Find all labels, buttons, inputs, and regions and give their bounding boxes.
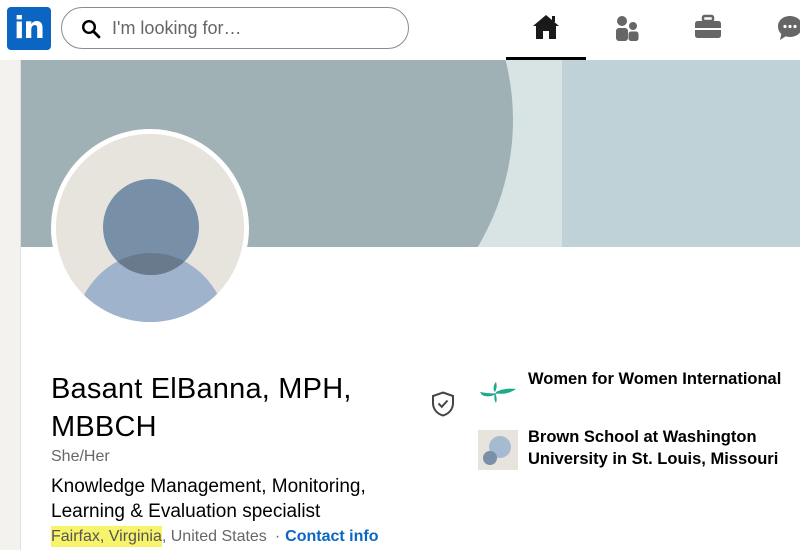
contact-info-link[interactable]: Contact info (285, 528, 378, 545)
profile-pronouns: She/Her (51, 448, 110, 465)
nav-messaging[interactable] (750, 0, 800, 60)
avatar-placeholder-icon (56, 134, 244, 322)
top-navigation-bar: in (0, 0, 800, 60)
nav-my-network[interactable] (587, 0, 667, 60)
profile-location-row: Fairfax, Virginia, United States · Contact… (51, 526, 378, 547)
organization-name: Women for Women International (528, 370, 782, 388)
nav-jobs[interactable] (668, 0, 748, 60)
people-icon (616, 16, 639, 41)
chat-icon (778, 16, 800, 40)
women-for-women-logo (480, 382, 516, 403)
search-icon (81, 19, 101, 39)
location-country: , United States (161, 528, 267, 545)
briefcase-icon (695, 14, 721, 38)
location-highlighted: Fairfax, Virginia (51, 526, 162, 547)
search-input[interactable] (112, 8, 392, 48)
profile-avatar[interactable] (51, 129, 249, 327)
home-icon (533, 15, 559, 39)
separator-dot: · (274, 528, 281, 545)
nav-home[interactable] (506, 0, 586, 60)
verification-shield-icon[interactable] (431, 391, 455, 417)
linkedin-logo[interactable]: in (7, 7, 51, 50)
organization-name: Brown School at Washington University in… (528, 428, 779, 468)
search-box[interactable] (61, 7, 409, 49)
profile-name: Basant ElBanna, MPH, MBBCH (51, 373, 352, 443)
profile-headline: Knowledge Management, Monitoring, Learni… (51, 476, 366, 522)
linkedin-profile-page: in I'm looking for… Basant ElBanna, MPH,… (0, 0, 800, 550)
brown-school-logo (478, 430, 518, 470)
page-left-edge (0, 60, 21, 550)
